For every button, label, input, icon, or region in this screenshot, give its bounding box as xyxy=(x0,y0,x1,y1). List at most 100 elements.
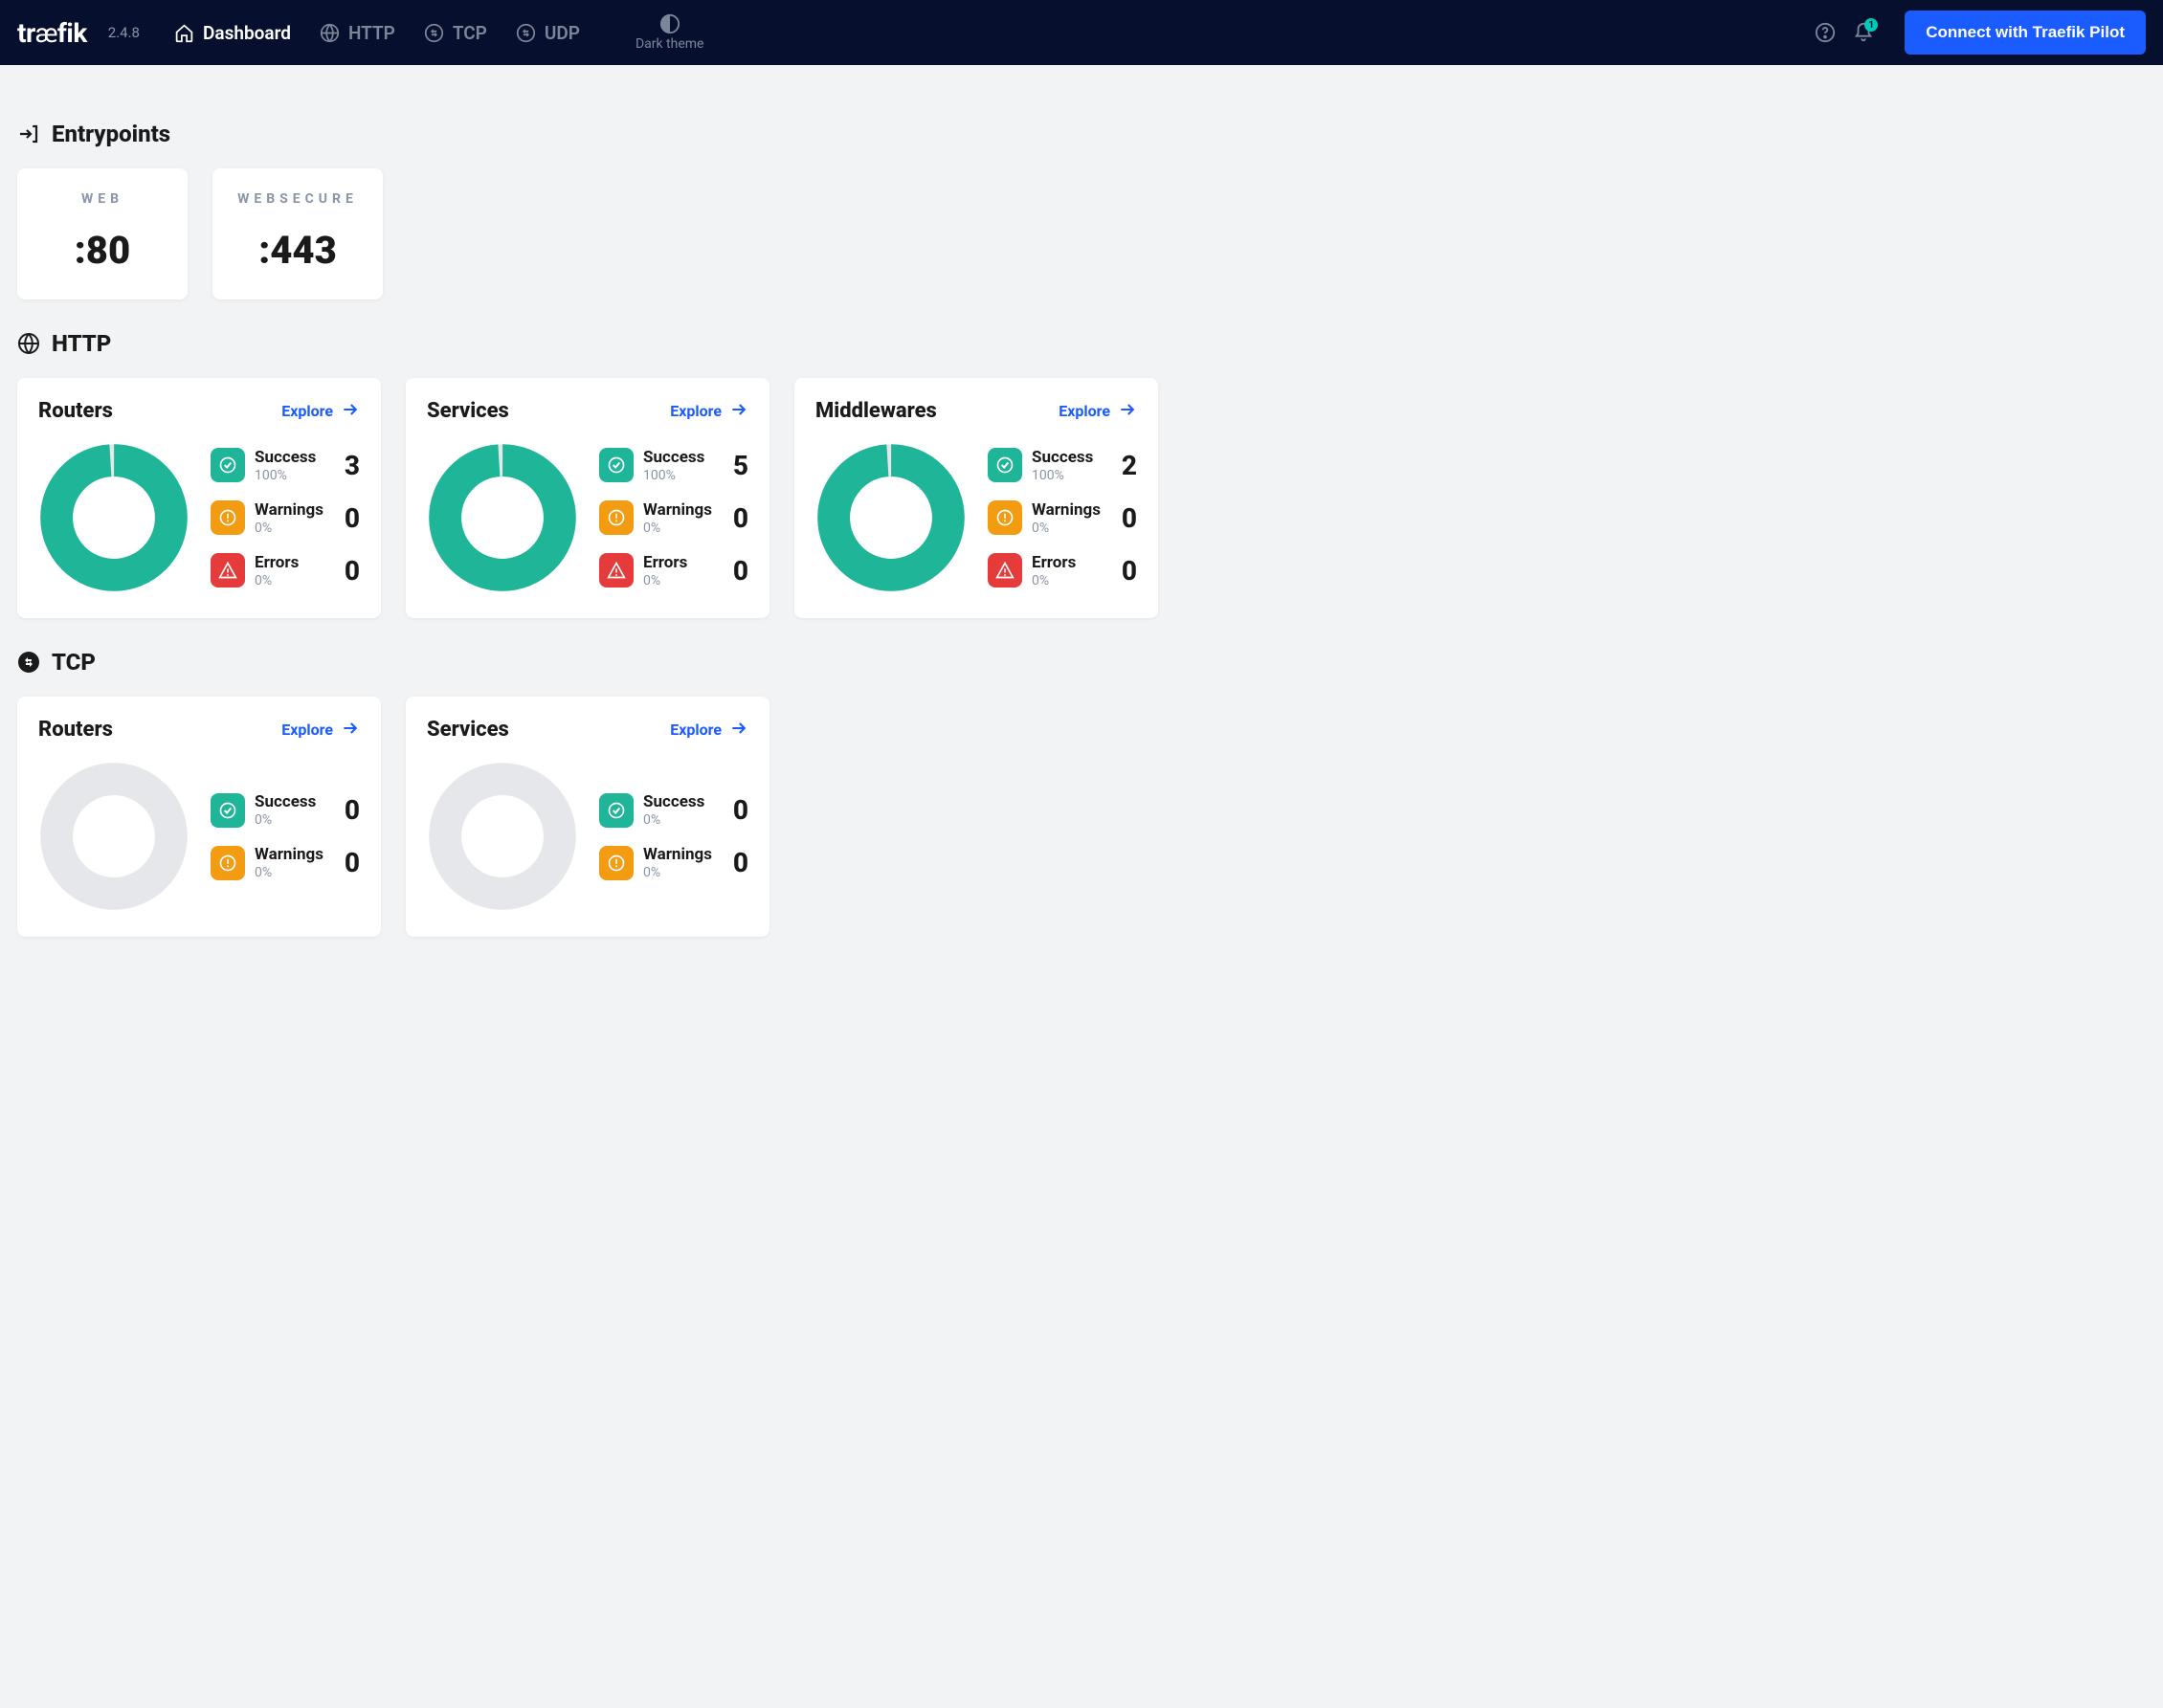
card-title: Middlewares xyxy=(815,399,937,423)
stat-count: 2 xyxy=(1116,450,1137,481)
nav-http[interactable]: HTTP xyxy=(320,22,395,44)
nav-dashboard[interactable]: Dashboard xyxy=(174,22,291,44)
section-entrypoints-title: Entrypoints xyxy=(52,121,170,147)
error-icon xyxy=(599,553,634,588)
stats-list: Success 100% 5 Warnings 0% 0 Errors 0% 0 xyxy=(599,448,748,588)
entrypoint-port: :80 xyxy=(27,228,178,273)
stat-label: Warnings xyxy=(255,845,329,864)
success-icon xyxy=(599,448,634,482)
connect-pilot-button[interactable]: Connect with Traefik Pilot xyxy=(1905,11,2146,55)
entrypoint-port: :443 xyxy=(222,228,373,273)
entrypoint-card[interactable]: WEB :80 xyxy=(17,168,188,299)
success-icon xyxy=(599,793,634,828)
stat-text: Success 100% xyxy=(1032,448,1106,483)
help-icon xyxy=(1815,22,1836,43)
stat-label: Errors xyxy=(643,553,718,572)
theme-toggle[interactable]: Dark theme xyxy=(636,13,704,52)
notifications-button[interactable]: 1 xyxy=(1853,22,1874,43)
stat-label: Warnings xyxy=(255,500,329,520)
explore-label: Explore xyxy=(281,721,333,739)
stat-label: Warnings xyxy=(643,845,718,864)
stat-card: Routers Explore Success 100% 3 Warnings … xyxy=(17,378,381,618)
warning-icon xyxy=(988,500,1022,535)
explore-link[interactable]: Explore xyxy=(281,719,360,742)
stats-list: Success 0% 0 Warnings 0% 0 xyxy=(211,792,360,880)
card-body: Success 100% 2 Warnings 0% 0 Errors 0% 0 xyxy=(815,442,1137,593)
stat-text: Warnings 0% xyxy=(643,845,718,880)
contrast-icon xyxy=(659,13,680,34)
card-head: Middlewares Explore xyxy=(815,399,1137,423)
stat-text: Warnings 0% xyxy=(1032,500,1106,536)
arrow-right-icon xyxy=(341,400,360,423)
entrypoint-name: WEB xyxy=(27,191,178,207)
card-head: Routers Explore xyxy=(38,718,360,742)
stat-count: 0 xyxy=(339,847,360,878)
stat-card: Middlewares Explore Success 100% 2 Warni… xyxy=(794,378,1158,618)
stat-count: 3 xyxy=(339,450,360,481)
section-http-title: HTTP xyxy=(52,330,111,357)
explore-link[interactable]: Explore xyxy=(1059,400,1137,423)
stat-pct: 0% xyxy=(643,865,718,880)
stats-list: Success 0% 0 Warnings 0% 0 xyxy=(599,792,748,880)
help-button[interactable] xyxy=(1815,22,1836,43)
stat-pct: 0% xyxy=(1032,521,1106,536)
stat-row-success: Success 0% 0 xyxy=(599,792,748,828)
explore-label: Explore xyxy=(1059,402,1110,420)
card-body: Success 0% 0 Warnings 0% 0 xyxy=(38,761,360,912)
logo: træfik xyxy=(17,17,87,49)
warning-icon xyxy=(211,500,245,535)
stat-pct: 0% xyxy=(255,521,329,536)
success-icon xyxy=(211,448,245,482)
stat-row-success: Success 100% 3 xyxy=(211,448,360,483)
explore-link[interactable]: Explore xyxy=(670,719,748,742)
stat-pct: 0% xyxy=(255,812,329,828)
stat-row-success: Success 0% 0 xyxy=(211,792,360,828)
stat-row-warning: Warnings 0% 0 xyxy=(211,845,360,880)
success-icon xyxy=(988,448,1022,482)
tcp-cards-row: Routers Explore Success 0% 0 Warnings 0%… xyxy=(17,697,2146,937)
stat-text: Success 100% xyxy=(643,448,718,483)
stat-card: Services Explore Success 100% 5 Warnings… xyxy=(406,378,769,618)
stat-row-warning: Warnings 0% 0 xyxy=(211,500,360,536)
swap-icon xyxy=(17,651,40,674)
stat-pct: 0% xyxy=(643,812,718,828)
card-body: Success 100% 3 Warnings 0% 0 Errors 0% 0 xyxy=(38,442,360,593)
swap-icon xyxy=(424,23,444,43)
explore-link[interactable]: Explore xyxy=(281,400,360,423)
entrypoint-card[interactable]: WEBSECURE :443 xyxy=(212,168,383,299)
nav-tcp[interactable]: TCP xyxy=(424,22,487,44)
stat-count: 0 xyxy=(339,794,360,826)
topbar: træfik 2.4.8 Dashboard HTTP TCP UDP Dark… xyxy=(0,0,2163,65)
globe-icon xyxy=(17,332,40,355)
arrow-right-icon xyxy=(729,719,748,742)
stats-list: Success 100% 2 Warnings 0% 0 Errors 0% 0 xyxy=(988,448,1137,588)
entrypoint-name: WEBSECURE xyxy=(222,191,373,207)
stat-pct: 100% xyxy=(255,468,329,483)
stat-text: Warnings 0% xyxy=(255,845,329,880)
notification-badge: 1 xyxy=(1864,18,1878,32)
stat-text: Success 0% xyxy=(643,792,718,828)
card-title: Services xyxy=(427,399,509,423)
card-title: Services xyxy=(427,718,509,742)
stat-label: Success xyxy=(255,792,329,811)
swap-icon xyxy=(516,23,536,43)
nav-udp[interactable]: UDP xyxy=(516,22,580,44)
error-icon xyxy=(211,553,245,588)
stat-count: 0 xyxy=(727,847,748,878)
stat-pct: 0% xyxy=(643,573,718,588)
stat-text: Warnings 0% xyxy=(255,500,329,536)
section-tcp-head: TCP xyxy=(17,649,2146,676)
arrow-right-icon xyxy=(1118,400,1137,423)
stat-row-warning: Warnings 0% 0 xyxy=(599,500,748,536)
stat-label: Warnings xyxy=(1032,500,1106,520)
stat-count: 5 xyxy=(727,450,748,481)
card-head: Services Explore xyxy=(427,399,748,423)
theme-toggle-label: Dark theme xyxy=(636,36,704,52)
card-head: Services Explore xyxy=(427,718,748,742)
http-cards-row: Routers Explore Success 100% 3 Warnings … xyxy=(17,378,2146,618)
explore-link[interactable]: Explore xyxy=(670,400,748,423)
stat-label: Errors xyxy=(255,553,329,572)
card-body: Success 100% 5 Warnings 0% 0 Errors 0% 0 xyxy=(427,442,748,593)
stats-list: Success 100% 3 Warnings 0% 0 Errors 0% 0 xyxy=(211,448,360,588)
stat-pct: 0% xyxy=(255,573,329,588)
